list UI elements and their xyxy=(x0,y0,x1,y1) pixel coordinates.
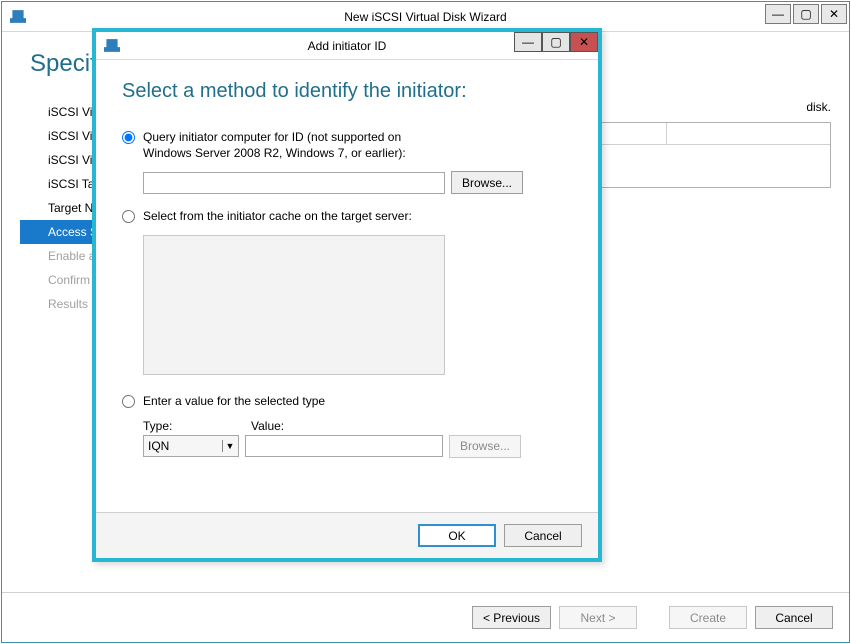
wizard-caption-buttons: — ▢ ✕ xyxy=(763,4,847,24)
cancel-button[interactable]: Cancel xyxy=(755,606,833,629)
close-icon: ✕ xyxy=(579,36,589,48)
type-value-row: IQN ▼ Browse... xyxy=(143,435,572,458)
option-manual-radio[interactable] xyxy=(122,395,135,408)
option-cache-radio[interactable] xyxy=(122,210,135,223)
add-initiator-dialog: Add initiator ID — ▢ ✕ Select a method t… xyxy=(92,28,602,562)
option-cache-row[interactable]: Select from the initiator cache on the t… xyxy=(122,208,572,224)
previous-button[interactable]: < Previous xyxy=(472,606,551,629)
next-button: Next > xyxy=(559,606,637,629)
value-header: Value: xyxy=(251,419,284,433)
close-icon: ✕ xyxy=(829,8,839,20)
type-value-header: Type: Value: xyxy=(143,419,572,433)
maximize-icon: ▢ xyxy=(800,8,811,20)
grid-col-2[interactable] xyxy=(667,123,830,144)
minimize-icon: — xyxy=(522,36,534,48)
dialog-body: Select a method to identify the initiato… xyxy=(96,60,598,512)
ok-button[interactable]: OK xyxy=(418,524,496,547)
type-header: Type: xyxy=(143,419,251,433)
maximize-button[interactable]: ▢ xyxy=(793,4,819,24)
dialog-titlebar: Add initiator ID — ▢ ✕ xyxy=(96,32,598,60)
type-combobox[interactable]: IQN ▼ xyxy=(143,435,239,457)
query-field-row: Browse... xyxy=(143,171,572,194)
value-input[interactable] xyxy=(245,435,443,457)
query-browse-button[interactable]: Browse... xyxy=(451,171,523,194)
minimize-button[interactable]: — xyxy=(765,4,791,24)
maximize-icon: ▢ xyxy=(550,36,561,48)
type-selected: IQN xyxy=(148,439,169,453)
dialog-maximize-button[interactable]: ▢ xyxy=(542,32,570,52)
dialog-close-button[interactable]: ✕ xyxy=(570,32,598,52)
option-query-label: Query initiator computer for ID (not sup… xyxy=(143,129,453,161)
option-query-row[interactable]: Query initiator computer for ID (not sup… xyxy=(122,129,572,161)
close-button[interactable]: ✕ xyxy=(821,4,847,24)
chevron-down-icon: ▼ xyxy=(222,440,234,452)
dialog-caption-buttons: — ▢ ✕ xyxy=(514,32,598,52)
option-cache-label: Select from the initiator cache on the t… xyxy=(143,208,412,224)
dialog-cancel-button[interactable]: Cancel xyxy=(504,524,582,547)
dialog-footer: OK Cancel xyxy=(96,512,598,558)
dialog-minimize-button[interactable]: — xyxy=(514,32,542,52)
minimize-icon: — xyxy=(772,8,784,20)
wizard-instruction: disk. xyxy=(806,100,831,114)
dialog-heading: Select a method to identify the initiato… xyxy=(122,80,572,103)
option-manual-row[interactable]: Enter a value for the selected type xyxy=(122,393,572,409)
option-manual-label: Enter a value for the selected type xyxy=(143,393,325,409)
manual-browse-button: Browse... xyxy=(449,435,521,458)
cache-listbox[interactable] xyxy=(143,235,445,375)
option-query-radio[interactable] xyxy=(122,131,135,144)
create-button: Create xyxy=(669,606,747,629)
wizard-footer: < Previous Next > Create Cancel xyxy=(2,592,849,642)
query-computer-input[interactable] xyxy=(143,172,445,194)
wizard-title: New iSCSI Virtual Disk Wizard xyxy=(2,10,849,24)
